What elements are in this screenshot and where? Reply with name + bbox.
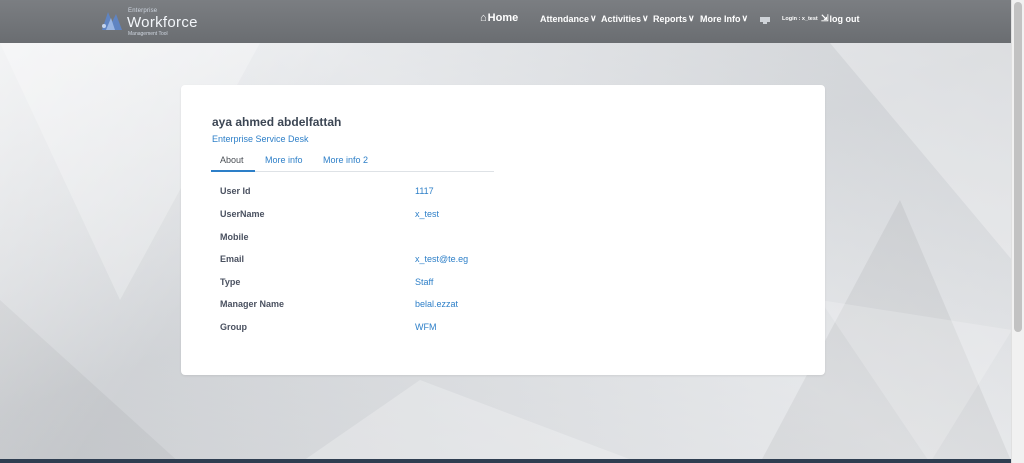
field-label: UserName: [220, 209, 265, 219]
nav-home[interactable]: ⌂ Home: [480, 12, 518, 24]
field-label: User Id: [220, 186, 251, 196]
logout-label: log out: [829, 13, 860, 24]
field-value: 1117: [415, 186, 434, 196]
field-row: Manager Name belal.ezzat: [220, 299, 620, 313]
logo-subtitle: Management Tool: [128, 31, 168, 37]
field-value: x_test: [415, 209, 440, 219]
field-row: UserName x_test: [220, 209, 620, 223]
nav-more-info[interactable]: More Info ∨: [700, 13, 748, 24]
nav-home-label: Home: [487, 12, 519, 24]
field-row: Type Staff: [220, 277, 620, 291]
page-scrollbar[interactable]: [1011, 0, 1024, 463]
logo-title: Workforce: [127, 14, 198, 31]
nav-more-info-label: More Info: [700, 13, 741, 24]
field-row: Mobile: [220, 232, 620, 246]
tab-about[interactable]: About: [220, 155, 244, 165]
chevron-down-icon: ∨: [642, 13, 649, 23]
logout-icon: ⇲: [821, 13, 829, 23]
logo-icon: [102, 12, 122, 30]
chevron-down-icon: ∨: [688, 13, 695, 23]
home-icon: ⌂: [480, 12, 487, 24]
nav-attendance-label: Attendance: [540, 13, 590, 24]
field-label: Type: [220, 277, 241, 287]
chevron-down-icon: ∨: [590, 13, 597, 23]
app-logo[interactable]: Enterprise Workforce Management Tool: [98, 8, 197, 37]
field-label: Mobile: [220, 232, 249, 242]
field-value: WFM: [415, 322, 437, 332]
active-tab-indicator: [211, 170, 255, 172]
field-row: Email x_test@te.eg: [220, 254, 620, 268]
field-label: Manager Name: [220, 299, 285, 309]
field-value[interactable]: x_test@te.eg: [415, 254, 468, 264]
tab-more-info-2[interactable]: More info 2: [323, 155, 368, 165]
nav-reports[interactable]: Reports ∨: [653, 13, 695, 24]
profile-name: aya ahmed abdelfattah: [212, 115, 342, 129]
tab-more-info[interactable]: More info: [265, 155, 303, 165]
computer-icon: [760, 17, 770, 24]
nav-activities[interactable]: Activities ∨: [601, 13, 649, 24]
scrollbar-thumb[interactable]: [1014, 2, 1022, 332]
nav-reports-label: Reports: [653, 13, 688, 24]
profile-tabs: About More info More info 2: [211, 151, 494, 172]
field-label: Email: [220, 254, 245, 264]
nav-activities-label: Activities: [601, 13, 642, 24]
field-value: belal.ezzat: [415, 299, 459, 309]
login-status: Login : x_test: [782, 16, 818, 22]
nav-attendance[interactable]: Attendance ∨: [540, 13, 597, 24]
footer-bar: [0, 459, 1012, 463]
logout-button[interactable]: ⇲ log out: [821, 13, 860, 24]
field-row: Group WFM: [220, 322, 620, 336]
top-navbar: Enterprise Workforce Management Tool ⌂ H…: [0, 0, 1012, 43]
field-value: Staff: [415, 277, 434, 287]
field-label: Group: [220, 322, 247, 332]
field-row: User Id 1117: [220, 186, 620, 200]
profile-card: aya ahmed abdelfattah Enterprise Service…: [181, 85, 825, 375]
profile-department: Enterprise Service Desk: [212, 134, 309, 144]
chevron-down-icon: ∨: [741, 13, 749, 23]
